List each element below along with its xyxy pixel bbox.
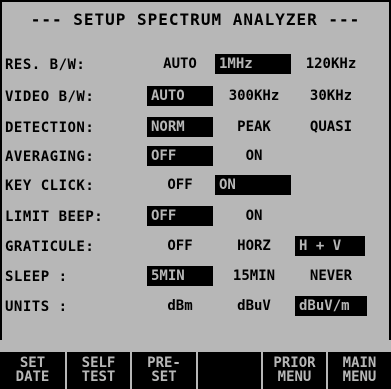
option[interactable]: dBm — [147, 296, 213, 316]
row-label: AVERAGING: — [5, 149, 95, 165]
row-label: VIDEO B/W: — [5, 89, 95, 105]
option[interactable]: AUTO — [147, 54, 213, 74]
option-selected[interactable]: dBuV/m — [295, 296, 367, 316]
softkey-5[interactable]: PRIOR MENU — [261, 352, 326, 389]
row-label: KEY CLICK: — [5, 178, 95, 194]
option[interactable]: 300KHz — [215, 86, 293, 106]
option[interactable]: NEVER — [295, 266, 367, 286]
softkey-4[interactable] — [196, 352, 261, 389]
softkey-3[interactable]: PRE- SET — [130, 352, 196, 389]
softkey-line2: SET — [151, 369, 177, 385]
softkey-line2: MENU — [342, 369, 377, 385]
option[interactable]: 30KHz — [295, 86, 367, 106]
option[interactable]: dBuV — [215, 296, 293, 316]
row-label: UNITS : — [5, 299, 68, 315]
screen-frame-top — [0, 0, 391, 2]
row-label: RES. B/W: — [5, 57, 86, 73]
softkey-6[interactable]: MAIN MENU — [326, 352, 391, 389]
softkey-line1: SET — [19, 355, 46, 371]
softkey-1[interactable]: SET DATE — [0, 352, 65, 389]
option[interactable]: ON — [215, 206, 293, 226]
softkey-line2: DATE — [15, 369, 50, 385]
softkey-line2: TEST — [81, 369, 116, 385]
softkey-line2: MENU — [277, 369, 312, 385]
softkey-line1: MAIN — [342, 355, 377, 371]
option-selected[interactable]: NORM — [147, 117, 213, 137]
option[interactable]: ON — [215, 146, 293, 166]
option-selected[interactable]: OFF — [147, 206, 213, 226]
option-selected[interactable]: H + V — [295, 236, 365, 256]
option[interactable]: PEAK — [215, 117, 293, 137]
analyzer-screen: --- SETUP SPECTRUM ANALYZER --- RES. B/W… — [0, 0, 391, 389]
screen-frame-left — [0, 0, 2, 340]
option[interactable]: OFF — [147, 175, 213, 195]
option-selected[interactable]: 5MIN — [147, 266, 213, 286]
option[interactable]: 15MIN — [215, 266, 293, 286]
softkey-line1: PRIOR — [273, 355, 316, 371]
option-selected[interactable]: AUTO — [147, 86, 213, 106]
option[interactable]: QUASI — [295, 117, 367, 137]
row-label: SLEEP : — [5, 269, 68, 285]
softkey-bar: SET DATE SELF TEST PRE- SET PRIOR MENU MAIN MENU — [0, 352, 391, 389]
softkey-line1: SELF — [81, 355, 116, 371]
menu-title: --- SETUP SPECTRUM ANALYZER --- — [30, 10, 361, 29]
row-label: DETECTION: — [5, 120, 95, 136]
softkey-line1: PRE- — [147, 355, 181, 371]
option-selected[interactable]: ON — [215, 175, 291, 195]
option[interactable]: OFF — [147, 236, 213, 256]
option-selected[interactable]: OFF — [147, 146, 213, 166]
row-label: LIMIT BEEP: — [5, 209, 104, 225]
softkey-2[interactable]: SELF TEST — [65, 352, 130, 389]
option[interactable]: 120KHz — [295, 54, 367, 74]
option[interactable]: HORZ — [215, 236, 293, 256]
row-label: GRATICULE: — [5, 239, 95, 255]
option-selected[interactable]: 1MHz — [215, 54, 291, 74]
